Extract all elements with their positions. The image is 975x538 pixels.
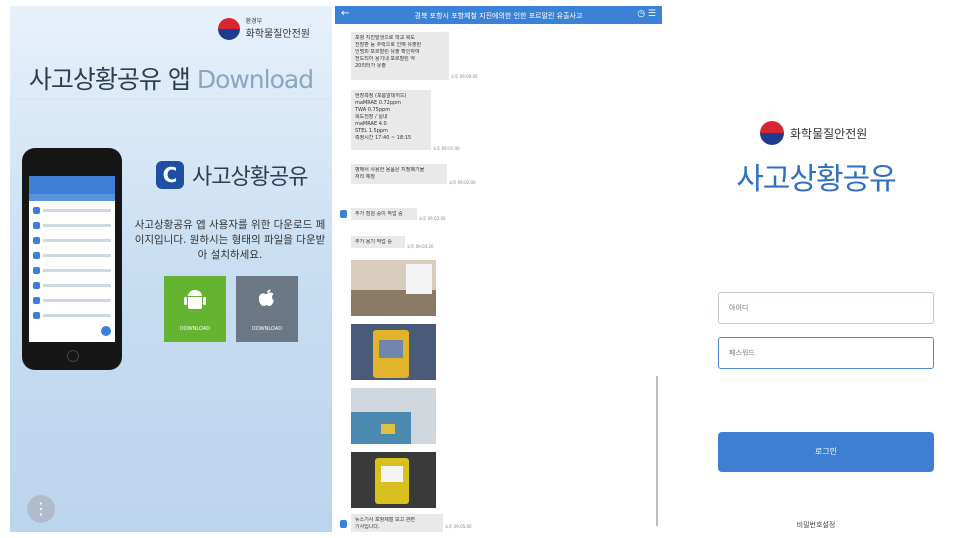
chat-message: 추가 점검 중이 작업 중 (351, 208, 417, 220)
chat-photo-1[interactable] (351, 260, 436, 316)
login-app-title: 사고상황공유 (736, 162, 897, 197)
chat-message: 현장측정 (포름알데히드) maMRAE 0.72ppm TWA 0.75ppm… (351, 90, 431, 150)
password-input[interactable] (718, 337, 934, 369)
login-screen: 화학물질안전원 사고상황공유 로그인 비밀번호설정 (666, 6, 966, 532)
id-input[interactable] (718, 292, 934, 324)
chat-photo-2[interactable] (351, 324, 436, 380)
chat-message: 추가 용기 작업 중 (351, 236, 405, 248)
message-line: 추가 용기 작업 중 (355, 239, 392, 245)
phone-fab-icon (101, 326, 111, 336)
message-line: 추가 점검 중이 작업 중 (355, 211, 403, 217)
message-time: 오후 09:03:20 (407, 244, 434, 249)
page-title-download: Download (196, 65, 314, 94)
sender-avatar-icon (340, 520, 347, 528)
page-title-main: 사고상황공유 앱 (28, 65, 191, 94)
message-line: TWA 0.75ppm (355, 107, 391, 113)
chat-photo-3[interactable] (351, 388, 436, 444)
chat-screen: ← 경북 포항시 포항제철 지진에의한 인한 포르말린 유출사고 ◷ ☰ 포항 … (335, 6, 662, 532)
chat-header: ← 경북 포항시 포항제철 지진에의한 인한 포르말린 유출사고 ◷ ☰ (335, 6, 662, 24)
message-time: 오후 09:01:00 (433, 146, 460, 151)
app-name: 사고상황공유 (192, 165, 308, 190)
chat-title: 경북 포항시 포항제철 지진에의한 인한 포르말린 유출사고 (414, 12, 583, 20)
message-time: 오후 09:05:00 (445, 524, 472, 529)
page-title: 사고상황공유 앱 Download (10, 60, 332, 96)
brand-name: 화학물질안전원 (245, 29, 310, 40)
taegeuk-logo-icon (217, 18, 240, 40)
password-reset-link[interactable]: 비밀번호설정 (666, 520, 966, 530)
more-menu-icon[interactable]: ⋮ (27, 495, 55, 523)
app-icon: C (156, 161, 184, 189)
download-description: 사고상황공유 앱 사용자를 위한 다운로드 페이지입니다. 원하시는 형태의 파… (134, 219, 326, 261)
apple-icon (236, 288, 298, 318)
apple-download-button[interactable]: DOWNLOAD (236, 276, 298, 342)
login-brand-name: 화학물질안전원 (790, 126, 868, 141)
phone-screen-tabs (29, 194, 115, 201)
message-line: 전도되어 용기내 포르말린 약 (355, 56, 415, 62)
chat-scrollbar[interactable] (656, 376, 658, 526)
message-line: 기사입니다. (355, 524, 380, 530)
message-line: 복도천장 / 실내 (355, 114, 388, 120)
ministry-brand: 환경부 화학물질안전원 (217, 18, 310, 40)
phone-list-item (33, 309, 111, 321)
message-line: STEL 1.5ppm (355, 128, 388, 134)
sender-avatar-icon (340, 210, 347, 218)
chat-message: 포항 지진발생으로 학교 복도 천장판 등 추락으로 인해 유출된 인명피 포르… (351, 32, 449, 80)
message-line: 포항 지진발생으로 학교 복도 (355, 35, 415, 41)
message-time: 오후 09:02:00 (449, 180, 476, 185)
header-actions-icon[interactable]: ◷ ☰ (637, 9, 656, 19)
android-download-button[interactable]: DOWNLOAD (164, 276, 226, 342)
apple-download-label: DOWNLOAD (251, 326, 283, 332)
message-line: 현장측정 (포름알데히드) (355, 93, 407, 99)
phone-screen (29, 176, 115, 342)
phone-list-item (33, 294, 111, 306)
phone-list-item (33, 204, 111, 216)
login-brand: 화학물질안전원 (760, 121, 867, 145)
phone-list-item (33, 249, 111, 261)
login-button[interactable]: 로그인 (718, 432, 934, 472)
message-line: 병해서 사용한 용품은 지정폐기물 (355, 167, 425, 173)
phone-list-item (33, 219, 111, 231)
phone-list-item (33, 264, 111, 276)
phone-list-item (33, 234, 111, 246)
chat-message: 병해서 사용한 용품은 지정폐기물 처리 예정 (351, 164, 447, 184)
message-line: 천장판 등 추락으로 인해 유출된 (355, 42, 422, 48)
phone-list-item (33, 279, 111, 291)
download-page: 환경부 화학물질안전원 사고상황공유 앱 Download C 사고상황공유 사… (10, 6, 332, 532)
app-identity: C 사고상황공유 (156, 159, 308, 191)
message-line: maMRAE 0.72ppm (355, 100, 402, 106)
message-line: 20리터가 유출 (355, 63, 386, 69)
message-line: 처리 예정 (355, 174, 375, 180)
message-line: 측정시간 17:40 ~ 18:15 (355, 135, 412, 141)
chat-photo-4[interactable] (351, 452, 436, 508)
message-time: 오후 09:03:00 (419, 216, 446, 221)
taegeuk-logo-icon (760, 121, 784, 145)
message-time: 오후 09:00:00 (451, 74, 478, 79)
phone-mockup (22, 148, 122, 370)
android-icon (164, 288, 226, 318)
phone-screen-header (29, 176, 115, 194)
phone-home-button (67, 350, 79, 362)
title-divider (10, 98, 332, 100)
back-arrow-icon[interactable]: ← (341, 8, 349, 19)
message-line: maMRAE 4.0 (355, 121, 387, 127)
message-line: 인명피 포르말린 유출 확인하여 (355, 49, 420, 55)
android-download-label: DOWNLOAD (179, 326, 211, 332)
chat-message: 뉴스기사 포항제철 보고 관련 기사입니다. (351, 514, 443, 532)
message-line: 뉴스기사 포항제철 보고 관련 (355, 517, 415, 523)
brand-ministry: 환경부 (245, 18, 263, 25)
